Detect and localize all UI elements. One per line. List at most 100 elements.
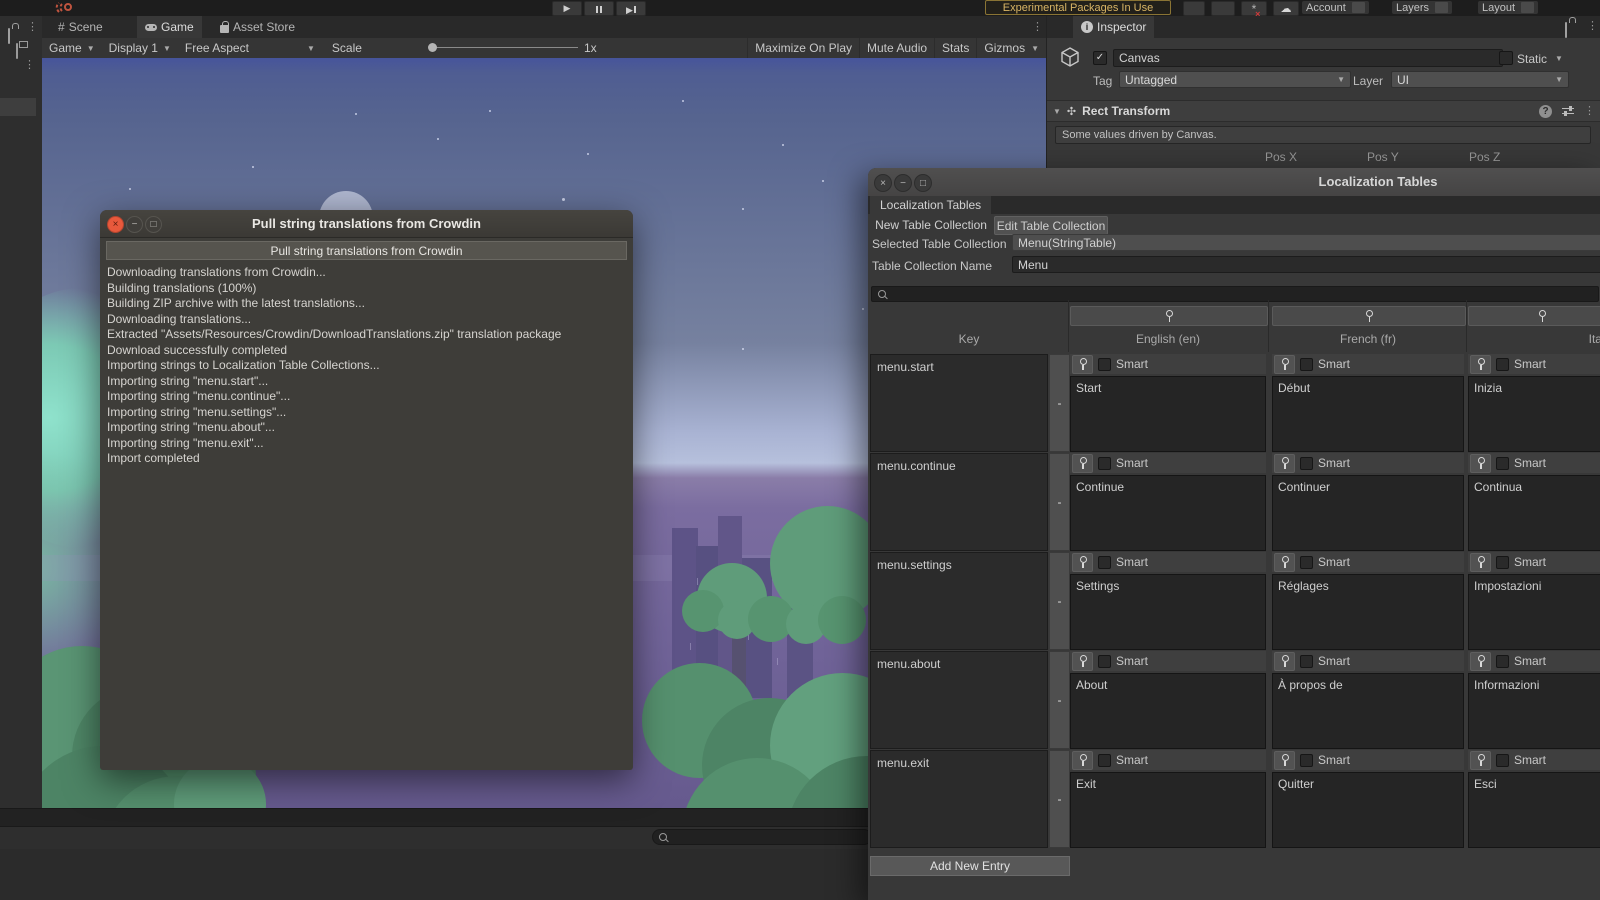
- mute-audio-button[interactable]: Mute Audio: [859, 38, 934, 58]
- pane-menu-icon[interactable]: ⋮: [1032, 22, 1043, 33]
- column-metadata-button[interactable]: [1070, 306, 1268, 326]
- minimize-icon[interactable]: −: [894, 174, 912, 192]
- translation-field[interactable]: Début: [1272, 376, 1464, 452]
- collapsed-pane-handle[interactable]: [0, 98, 36, 116]
- italian-column-header[interactable]: Italia: [1468, 332, 1600, 346]
- metadata-button[interactable]: [1470, 750, 1491, 770]
- key-field[interactable]: menu.about: [870, 651, 1048, 749]
- undo-history-button[interactable]: [1211, 1, 1235, 16]
- scale-slider-track[interactable]: [430, 47, 578, 48]
- smart-checkbox[interactable]: [1300, 555, 1313, 569]
- remove-entry-button[interactable]: -: [1049, 354, 1070, 452]
- close-icon[interactable]: ×: [874, 174, 892, 192]
- window-titlebar[interactable]: [868, 168, 1600, 197]
- translation-field[interactable]: Continuer: [1272, 475, 1464, 551]
- key-field[interactable]: menu.exit: [870, 750, 1048, 848]
- metadata-button[interactable]: [1274, 453, 1295, 473]
- metadata-button[interactable]: [1072, 552, 1093, 572]
- remove-entry-button[interactable]: -: [1049, 453, 1070, 551]
- smart-checkbox[interactable]: [1098, 456, 1111, 470]
- layer-dropdown[interactable]: UI ▼: [1391, 71, 1569, 88]
- metadata-button[interactable]: [1072, 354, 1093, 374]
- tab-game[interactable]: Game: [137, 16, 202, 38]
- remove-entry-button[interactable]: -: [1049, 651, 1070, 749]
- table-collection-name-field[interactable]: Menu: [1012, 256, 1600, 273]
- metadata-button[interactable]: [1274, 750, 1295, 770]
- translation-field[interactable]: About: [1070, 673, 1266, 749]
- tool-handle-icon[interactable]: [54, 1, 76, 14]
- layers-dropdown[interactable]: Layers: [1392, 1, 1453, 14]
- smart-checkbox[interactable]: [1098, 753, 1111, 767]
- remove-entry-button[interactable]: -: [1049, 552, 1070, 650]
- close-icon[interactable]: ×: [107, 216, 124, 233]
- key-column-header[interactable]: Key: [870, 332, 1068, 346]
- aspect-dropdown[interactable]: Free Aspect ▼: [178, 38, 322, 58]
- column-metadata-button[interactable]: [1468, 306, 1600, 326]
- smart-checkbox[interactable]: [1496, 456, 1509, 470]
- smart-checkbox[interactable]: [1098, 555, 1111, 569]
- smart-checkbox[interactable]: [1098, 654, 1111, 668]
- metadata-button[interactable]: [1470, 552, 1491, 572]
- smart-checkbox[interactable]: [1300, 654, 1313, 668]
- lock-icon[interactable]: [1565, 22, 1567, 38]
- pull-translations-button[interactable]: Pull string translations from Crowdin: [106, 241, 627, 260]
- play-button[interactable]: ▶: [552, 1, 582, 16]
- smart-checkbox[interactable]: [1496, 357, 1509, 371]
- pane-menu-icon[interactable]: ⋮: [27, 22, 38, 33]
- selected-table-collection-field[interactable]: Menu(StringTable): [1012, 234, 1600, 251]
- static-checkbox[interactable]: [1499, 51, 1513, 65]
- translation-field[interactable]: Settings: [1070, 574, 1266, 650]
- component-menu-icon[interactable]: ⋮: [1584, 105, 1595, 117]
- stats-button[interactable]: Stats: [934, 38, 976, 58]
- metadata-button[interactable]: [1470, 354, 1491, 374]
- table-search-input[interactable]: [871, 286, 1599, 302]
- maximize-icon[interactable]: □: [145, 216, 162, 233]
- object-name-field[interactable]: Canvas: [1113, 49, 1503, 67]
- maximize-icon[interactable]: □: [914, 174, 932, 192]
- tab-localization-tables[interactable]: Localization Tables: [870, 196, 992, 214]
- metadata-button[interactable]: [1274, 552, 1295, 572]
- layout-dropdown[interactable]: Layout: [1478, 1, 1539, 14]
- translation-field[interactable]: Esci: [1468, 772, 1600, 848]
- metadata-button[interactable]: [1470, 453, 1491, 473]
- presets-icon[interactable]: [1562, 106, 1574, 116]
- account-dropdown[interactable]: Account: [1302, 1, 1369, 14]
- smart-checkbox[interactable]: [1098, 357, 1111, 371]
- column-metadata-button[interactable]: [1272, 306, 1466, 326]
- help-icon[interactable]: ?: [1539, 104, 1552, 118]
- translation-field[interactable]: Continue: [1070, 475, 1266, 551]
- translation-field[interactable]: Impostazioni: [1468, 574, 1600, 650]
- maximize-on-play-button[interactable]: Maximize On Play: [747, 38, 859, 58]
- metadata-button[interactable]: [1470, 651, 1491, 671]
- smart-checkbox[interactable]: [1496, 555, 1509, 569]
- cloud-button[interactable]: ☁: [1273, 1, 1299, 16]
- collab-button[interactable]: * ×: [1241, 1, 1267, 19]
- step-button[interactable]: ▶: [616, 1, 646, 16]
- translation-field[interactable]: Informazioni: [1468, 673, 1600, 749]
- remove-entry-button[interactable]: -: [1049, 750, 1070, 848]
- key-field[interactable]: menu.start: [870, 354, 1048, 452]
- tab-asset-store[interactable]: Asset Store: [212, 16, 303, 38]
- metadata-button[interactable]: [1072, 750, 1093, 770]
- minimize-icon[interactable]: −: [126, 216, 143, 233]
- smart-checkbox[interactable]: [1496, 654, 1509, 668]
- translation-field[interactable]: Réglages: [1272, 574, 1464, 650]
- smart-checkbox[interactable]: [1496, 753, 1509, 767]
- french-column-header[interactable]: French (fr): [1272, 332, 1464, 346]
- smart-checkbox[interactable]: [1300, 753, 1313, 767]
- rect-transform-header[interactable]: ▼ ✣ Rect Transform ? ⋮: [1047, 100, 1600, 122]
- popout-icon[interactable]: [16, 43, 18, 59]
- dialog-titlebar[interactable]: Pull string translations from Crowdin: [100, 210, 633, 238]
- gameobject-cube-icon[interactable]: [1059, 46, 1081, 68]
- tab-scene[interactable]: # Scene: [50, 16, 111, 38]
- experimental-packages-button[interactable]: Experimental Packages In Use: [985, 0, 1171, 15]
- smart-checkbox[interactable]: [1300, 357, 1313, 371]
- add-new-entry-button[interactable]: Add New Entry: [870, 856, 1070, 876]
- preview-packages-button[interactable]: [1183, 1, 1205, 16]
- metadata-button[interactable]: [1274, 354, 1295, 374]
- new-table-collection-button[interactable]: New Table Collection: [872, 216, 990, 233]
- lock-icon[interactable]: [8, 28, 10, 44]
- translation-field[interactable]: À propos de: [1272, 673, 1464, 749]
- translation-field[interactable]: Quitter: [1272, 772, 1464, 848]
- game-mode-dropdown[interactable]: Game ▼: [42, 38, 102, 58]
